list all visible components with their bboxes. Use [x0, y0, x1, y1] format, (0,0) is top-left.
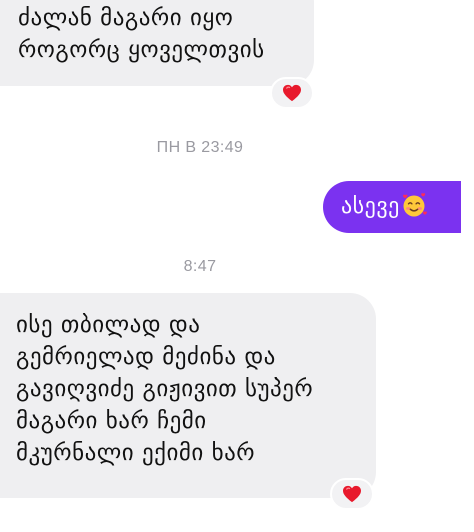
message-text-line: ისე თბილად და: [16, 312, 201, 338]
smiling-face-with-hearts-icon: [401, 192, 427, 218]
message-text-line: მაგარი ხარ ჩემი: [16, 408, 207, 434]
message-text-line: როგორც ყოველთვის: [18, 37, 265, 63]
message-reaction[interactable]: [270, 77, 314, 109]
chat-thread: ძალან მაგარი იყო როგორც ყოველთვის ПН В 2…: [0, 0, 474, 532]
incoming-message-bubble[interactable]: ძალან მაგარი იყო როგორც ყოველთვის: [0, 0, 314, 86]
message-text-line: გავიღვიძე გიჟივით სუპერ: [16, 376, 314, 402]
incoming-message-bubble[interactable]: ისე თბილად და გემრიელად მეძინა და გავიღვ…: [0, 293, 376, 498]
message-timestamp: 8:47: [183, 258, 217, 275]
message-timestamp: ПН В 23:49: [156, 139, 244, 156]
message-text-line: მკურნალი ექიმი ხარ: [16, 440, 256, 466]
red-heart-icon: [342, 485, 362, 503]
outgoing-message-bubble[interactable]: ასევე: [323, 181, 461, 233]
red-heart-icon: [282, 84, 302, 102]
message-text: ასევე: [341, 194, 400, 219]
message-text-line: გემრიელად მეძინა და: [16, 344, 276, 370]
message-text-line: ძალან მაგარი იყო: [18, 5, 234, 31]
message-reaction[interactable]: [330, 478, 374, 510]
